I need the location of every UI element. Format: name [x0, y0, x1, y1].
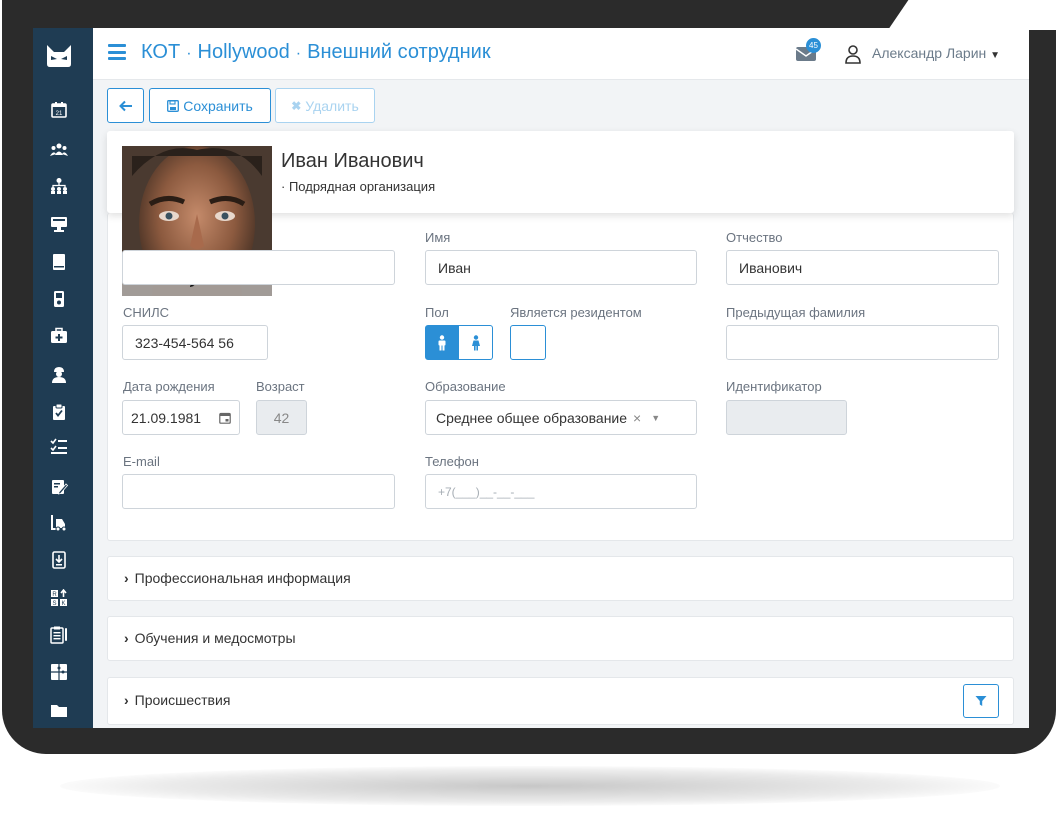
age-label: Возраст: [256, 379, 305, 394]
phone-placeholder: +7(___)__-__-___: [438, 484, 535, 499]
patronymic-field[interactable]: Иванович: [726, 250, 999, 285]
phone-label: Телефон: [425, 454, 479, 469]
snils-field[interactable]: 323-454-564 56: [122, 325, 268, 360]
svg-text:S: S: [52, 601, 56, 607]
sidebar: 21 R S K: [33, 28, 93, 728]
breadcrumb-org[interactable]: КОТ: [141, 41, 180, 63]
age-value: 42: [273, 409, 290, 426]
section-training-title: Обучения и медосмотры: [134, 630, 296, 646]
close-icon: ✖: [291, 98, 302, 113]
device-icon[interactable]: [49, 289, 69, 309]
save-label: Сохранить: [183, 97, 253, 114]
back-button[interactable]: [107, 88, 144, 123]
section-professional-title: Профессиональная информация: [134, 570, 351, 586]
first-aid-icon[interactable]: [49, 326, 69, 346]
filter-button[interactable]: [963, 684, 999, 718]
patronymic-label: Отчество: [726, 230, 783, 245]
worker-icon[interactable]: [49, 365, 69, 385]
snils-label: СНИЛС: [123, 305, 170, 320]
risk-icon[interactable]: RSK: [49, 588, 69, 608]
section-incidents-title: Происшествия: [134, 692, 231, 708]
app-screen: 21 R S K КОТ · Hollywood · Внешний сотру…: [33, 28, 1029, 728]
birth-date-value: 21.09.1981: [131, 409, 202, 426]
first-name-label: Имя: [425, 230, 451, 245]
clear-selection-icon[interactable]: ×: [633, 410, 641, 426]
gender-female-button[interactable]: [459, 325, 493, 360]
identifier-field: [726, 400, 847, 435]
first-name-value: Иван: [438, 259, 471, 276]
birth-date-label: Дата рождения: [123, 379, 215, 394]
chevron-right-icon: ›: [124, 570, 129, 586]
phone-field[interactable]: +7(___)__-__-___: [425, 474, 697, 509]
puzzle-icon[interactable]: [49, 662, 69, 682]
hamburger-menu-icon[interactable]: [108, 44, 126, 60]
female-icon: [471, 334, 480, 350]
save-button[interactable]: Сохранить: [149, 88, 271, 123]
svg-text:R: R: [52, 592, 57, 598]
svg-text:K: K: [61, 601, 65, 607]
checklist-icon[interactable]: [49, 436, 69, 456]
clipboard-check-icon[interactable]: [49, 402, 69, 422]
monitor-icon[interactable]: [49, 214, 69, 234]
previous-surname-field[interactable]: [726, 325, 999, 360]
device-shadow: [60, 766, 1000, 806]
section-professional[interactable]: › Профессиональная информация: [107, 556, 1014, 601]
org-structure-icon[interactable]: [49, 176, 69, 196]
education-label: Образование: [425, 379, 506, 394]
gender-label: Пол: [425, 305, 449, 320]
filter-icon: [975, 696, 987, 706]
chevron-right-icon: ›: [124, 692, 129, 708]
person-organization: · Подрядная организация: [281, 179, 436, 194]
identifier-label: Идентификатор: [726, 379, 822, 394]
mail-count-badge: 45: [806, 38, 821, 53]
team-icon[interactable]: [49, 140, 69, 160]
birth-date-field[interactable]: 21.09.1981: [122, 400, 240, 435]
calendar-picker-icon[interactable]: [219, 412, 231, 424]
arrow-left-icon: [118, 100, 132, 111]
dropdown-arrow-icon[interactable]: ▼: [651, 413, 660, 423]
person-name: Иван Иванович: [281, 150, 424, 172]
folder-icon[interactable]: [49, 700, 69, 720]
user-menu[interactable]: Александр Ларин ▼: [872, 45, 1000, 61]
breadcrumb: КОТ · Hollywood · Внешний сотрудник: [141, 41, 491, 63]
last-name-field[interactable]: [122, 250, 395, 285]
snils-value: 323-454-564 56: [135, 334, 234, 351]
forklift-icon[interactable]: [49, 513, 69, 533]
delete-button[interactable]: ✖ Удалить: [275, 88, 375, 123]
section-training[interactable]: › Обучения и медосмотры: [107, 616, 1014, 661]
email-label: E-mail: [123, 454, 160, 469]
floppy-disk-icon: [167, 99, 180, 112]
education-value: Среднее общее образование: [436, 409, 628, 426]
reports-icon[interactable]: [49, 625, 69, 645]
chevron-right-icon: ›: [124, 630, 129, 646]
male-icon: [438, 334, 446, 350]
cat-logo-icon[interactable]: [45, 44, 73, 68]
delete-label: Удалить: [305, 97, 359, 114]
book-icon[interactable]: [49, 252, 69, 272]
stage: 21 R S K КОТ · Hollywood · Внешний сотру…: [0, 0, 1058, 821]
svg-text:21: 21: [56, 111, 63, 117]
email-field[interactable]: [122, 474, 395, 509]
age-field: 42: [256, 400, 307, 435]
top-bar: КОТ · Hollywood · Внешний сотрудник 45 Алекс…: [93, 28, 1029, 80]
previous-surname-label: Предыдущая фамилия: [726, 305, 866, 320]
breadcrumb-page: Внешний сотрудник: [307, 41, 491, 63]
patronymic-value: Иванович: [739, 259, 803, 276]
breadcrumb-site[interactable]: Hollywood: [198, 41, 290, 63]
hand-doc-icon[interactable]: [49, 550, 69, 570]
edit-doc-icon[interactable]: [49, 477, 69, 497]
resident-label: Является резидентом: [510, 305, 642, 320]
user-icon[interactable]: [845, 44, 861, 64]
education-select[interactable]: Среднее общее образование × ▼: [425, 400, 697, 435]
username-label: Александр Ларин: [872, 45, 987, 61]
first-name-field[interactable]: Иван: [425, 250, 697, 285]
calendar-icon[interactable]: 21: [49, 100, 69, 120]
gender-male-button[interactable]: [425, 325, 459, 360]
resident-checkbox[interactable]: [510, 325, 546, 360]
section-incidents[interactable]: › Происшествия: [107, 677, 1014, 725]
caret-down-icon: ▼: [990, 50, 1001, 61]
